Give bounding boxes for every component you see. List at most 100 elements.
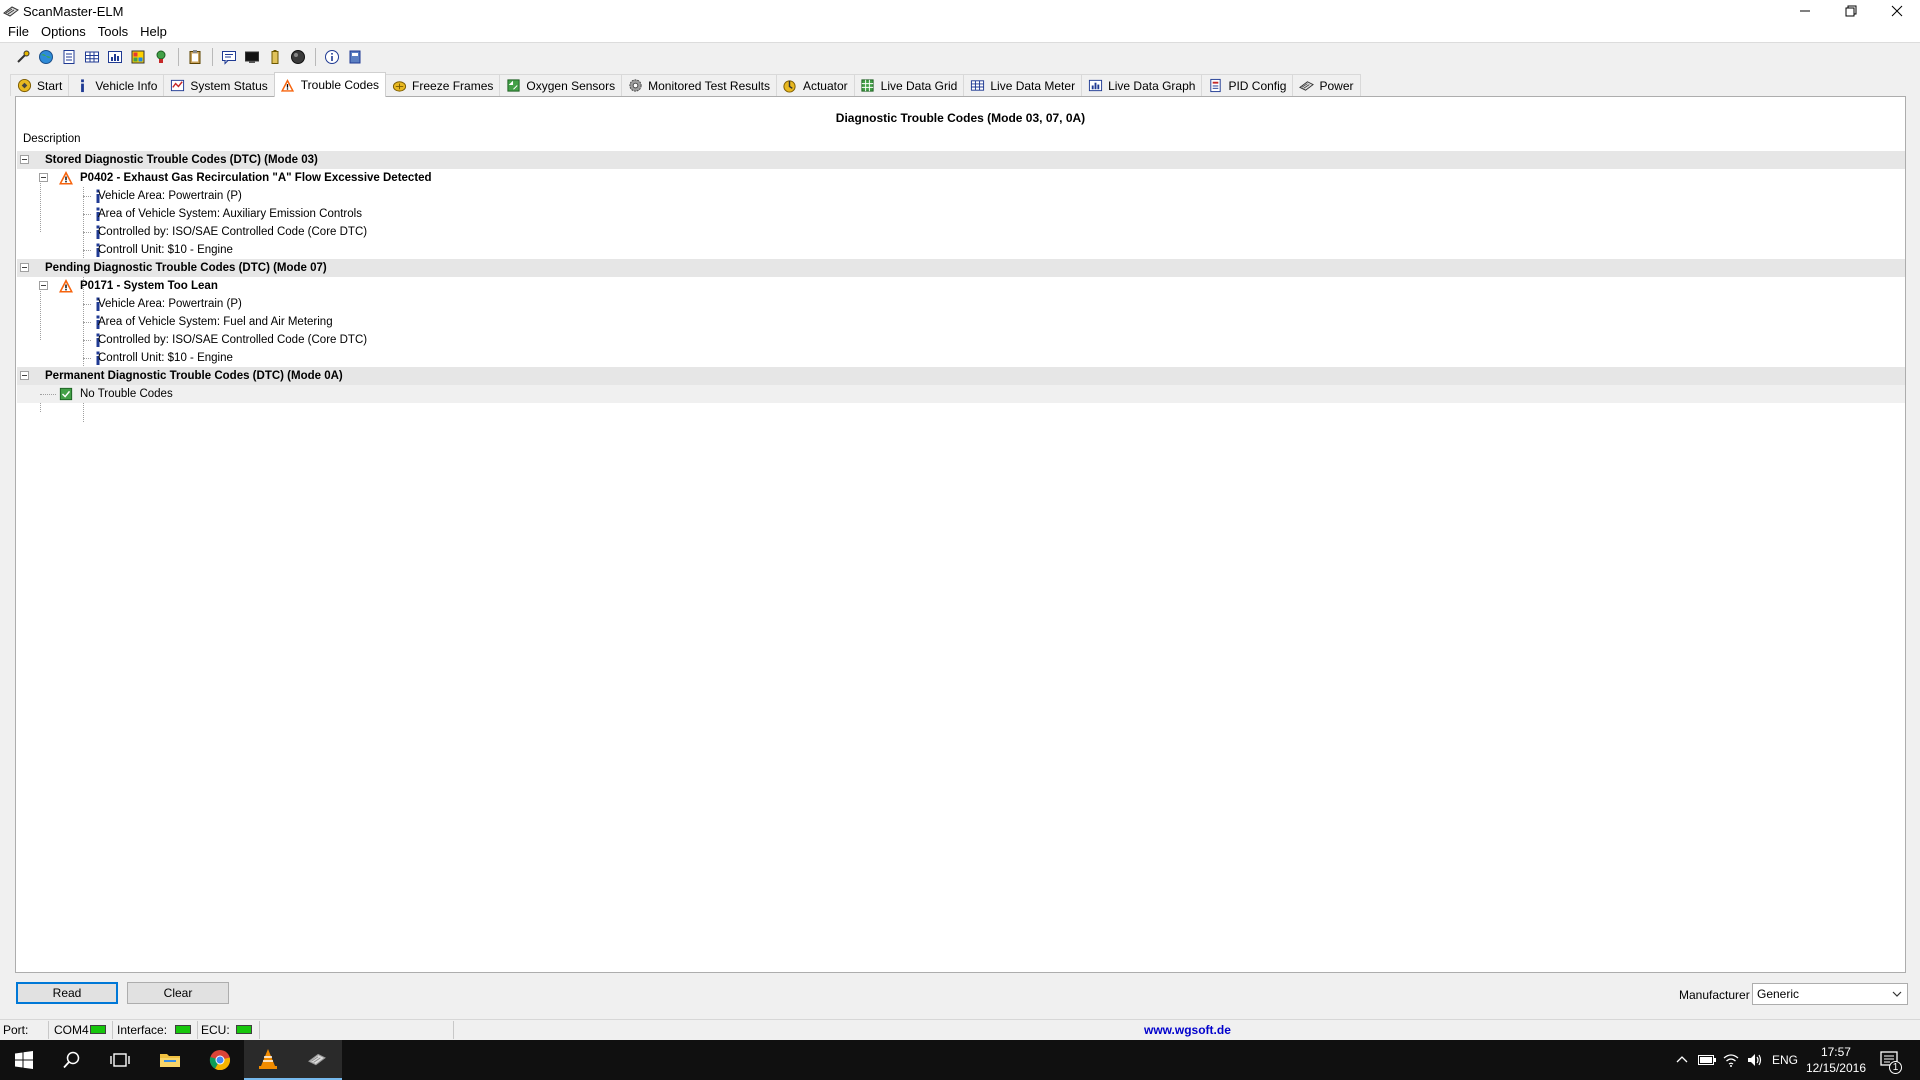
interface-status-led [175,1025,191,1034]
dtc-code-p0402[interactable]: P0402 - Exhaust Gas Recirculation "A" Fl… [17,169,1905,187]
tab-trouble-codes[interactable]: Trouble Codes [273,72,387,97]
clipboard-icon [189,49,201,64]
tab-label: Oxygen Sensors [526,78,616,93]
scanmaster-taskbar-button[interactable] [292,1040,342,1080]
tab-live-data-graph[interactable]: Live Data Graph [1081,74,1203,96]
dtc-detail[interactable]: Vehicle Area: Powertrain (P) [17,187,1905,205]
menu-bar: File Options Tools Help [0,22,1920,42]
dtc-code-p0171[interactable]: P0171 - System Too Lean [17,277,1905,295]
battery-button[interactable] [264,46,286,68]
tab-power[interactable]: Power [1292,74,1361,96]
detail-label: Controlled by: ISO/SAE Controlled Code (… [98,334,368,346]
clipboard-button[interactable] [184,46,206,68]
dtc-detail[interactable]: Controll Unit: $10 - Engine [17,349,1905,367]
vlc-button[interactable] [244,1040,292,1080]
menu-help[interactable]: Help [134,22,173,42]
tab-label: Actuator [802,78,848,93]
trouble-codes-panel: Diagnostic Trouble Codes (Mode 03, 07, 0… [15,96,1906,973]
tree-group-stored[interactable]: Stored Diagnostic Trouble Codes (DTC) (M… [17,151,1905,169]
tab-monitored-test-results[interactable]: Monitored Test Results [621,74,777,96]
close-button[interactable] [1874,0,1920,22]
tab-live-data-grid[interactable]: Live Data Grid [853,74,965,96]
dtc-detail[interactable]: Area of Vehicle System: Auxiliary Emissi… [17,205,1905,223]
connect-button[interactable] [12,46,34,68]
tab-label: Power [1319,78,1354,93]
chart-button[interactable] [104,46,126,68]
chat-icon [222,50,236,65]
start-button[interactable] [0,1040,48,1080]
chevron-up-icon [1676,1056,1688,1063]
panel-title: Diagnostic Trouble Codes (Mode 03, 07, 0… [835,111,1086,125]
column-header-description[interactable]: Description [23,133,81,145]
collapse-icon[interactable] [39,281,48,290]
detail-label: Vehicle Area: Powertrain (P) [98,190,242,202]
task-view-button[interactable] [96,1040,144,1080]
tree-group-permanent[interactable]: Permanent Diagnostic Trouble Codes (DTC)… [17,367,1905,385]
about-button[interactable] [321,46,343,68]
toolbar [0,42,1920,70]
grid-icon [861,79,874,92]
show-hidden-icons-button[interactable] [1672,1040,1692,1080]
manufacturer-value: Generic [1757,987,1800,1001]
minimize-button[interactable] [1782,0,1828,22]
dtc-detail[interactable]: Controlled by: ISO/SAE Controlled Code (… [17,223,1905,241]
input-language-button[interactable]: ENG [1770,1040,1800,1080]
network-tray-button[interactable] [1720,1040,1742,1080]
book-button[interactable] [344,46,366,68]
battery-tray-button[interactable] [1696,1040,1718,1080]
tab-vehicle-info[interactable]: Vehicle Info [68,74,165,96]
file-explorer-button[interactable] [146,1040,194,1080]
tab-actuator[interactable]: Actuator [775,74,855,96]
no-trouble-codes-item[interactable]: No Trouble Codes [17,385,1905,403]
search-button[interactable] [48,1040,96,1080]
start-icon [17,78,31,93]
tab-freeze-frames[interactable]: Freeze Frames [385,74,501,96]
website-link[interactable]: www.wgsoft.de [1144,1023,1231,1037]
palette-button[interactable] [127,46,149,68]
menu-options[interactable]: Options [35,22,92,42]
collapse-icon[interactable] [20,263,29,272]
status-bar: Port: COM4 Interface: ECU: www.wgsoft.de [0,1019,1920,1040]
restore-button[interactable] [1828,0,1874,22]
grid-button[interactable] [81,46,103,68]
globe-button[interactable] [35,46,57,68]
volume-tray-button[interactable] [1744,1040,1766,1080]
dtc-detail[interactable]: Vehicle Area: Powertrain (P) [17,295,1905,313]
dtc-detail[interactable]: Area of Vehicle System: Fuel and Air Met… [17,313,1905,331]
warning-icon [59,171,73,185]
tab-system-status[interactable]: System Status [163,74,275,96]
port-value: COM4 [54,1023,89,1037]
group-label: Stored Diagnostic Trouble Codes (DTC) (M… [45,154,318,166]
collapse-icon[interactable] [20,371,29,380]
read-button[interactable]: Read [16,982,118,1004]
dtc-detail[interactable]: Controll Unit: $10 - Engine [17,241,1905,259]
taskbar-clock[interactable]: 17:57 12/15/2016 [1806,1044,1866,1076]
collapse-icon[interactable] [20,155,29,164]
tree-group-pending[interactable]: Pending Diagnostic Trouble Codes (DTC) (… [17,259,1905,277]
dtc-label: P0171 - System Too Lean [80,280,218,292]
collapse-icon[interactable] [39,173,48,182]
tab-label: Live Data Grid [880,78,958,93]
chrome-button[interactable] [196,1040,244,1080]
tab-pid-config[interactable]: PID Config [1201,74,1294,96]
monitor-button[interactable] [241,46,263,68]
tab-live-data-meter[interactable]: Live Data Meter [963,74,1083,96]
document-button[interactable] [58,46,80,68]
menu-file[interactable]: File [2,22,35,42]
clear-button[interactable]: Clear [127,982,229,1004]
action-center-button[interactable]: 1 [1870,1040,1910,1080]
dtc-detail[interactable]: Controlled by: ISO/SAE Controlled Code (… [17,331,1905,349]
chat-button[interactable] [218,46,240,68]
tab-oxygen-sensors[interactable]: Oxygen Sensors [499,74,623,96]
group-label: Permanent Diagnostic Trouble Codes (DTC)… [45,370,343,382]
tab-start[interactable]: Start [10,74,70,96]
ball-button[interactable] [287,46,309,68]
battery-icon [271,49,279,64]
bulb-button[interactable] [150,46,172,68]
tab-label: Live Data Meter [990,78,1076,93]
dtc-label: P0402 - Exhaust Gas Recirculation "A" Fl… [80,172,432,184]
title-bar: ScanMaster-ELM [0,0,1920,22]
manufacturer-select[interactable]: Generic [1752,983,1908,1005]
menu-tools[interactable]: Tools [92,22,134,42]
detail-label: Area of Vehicle System: Auxiliary Emissi… [98,208,362,220]
